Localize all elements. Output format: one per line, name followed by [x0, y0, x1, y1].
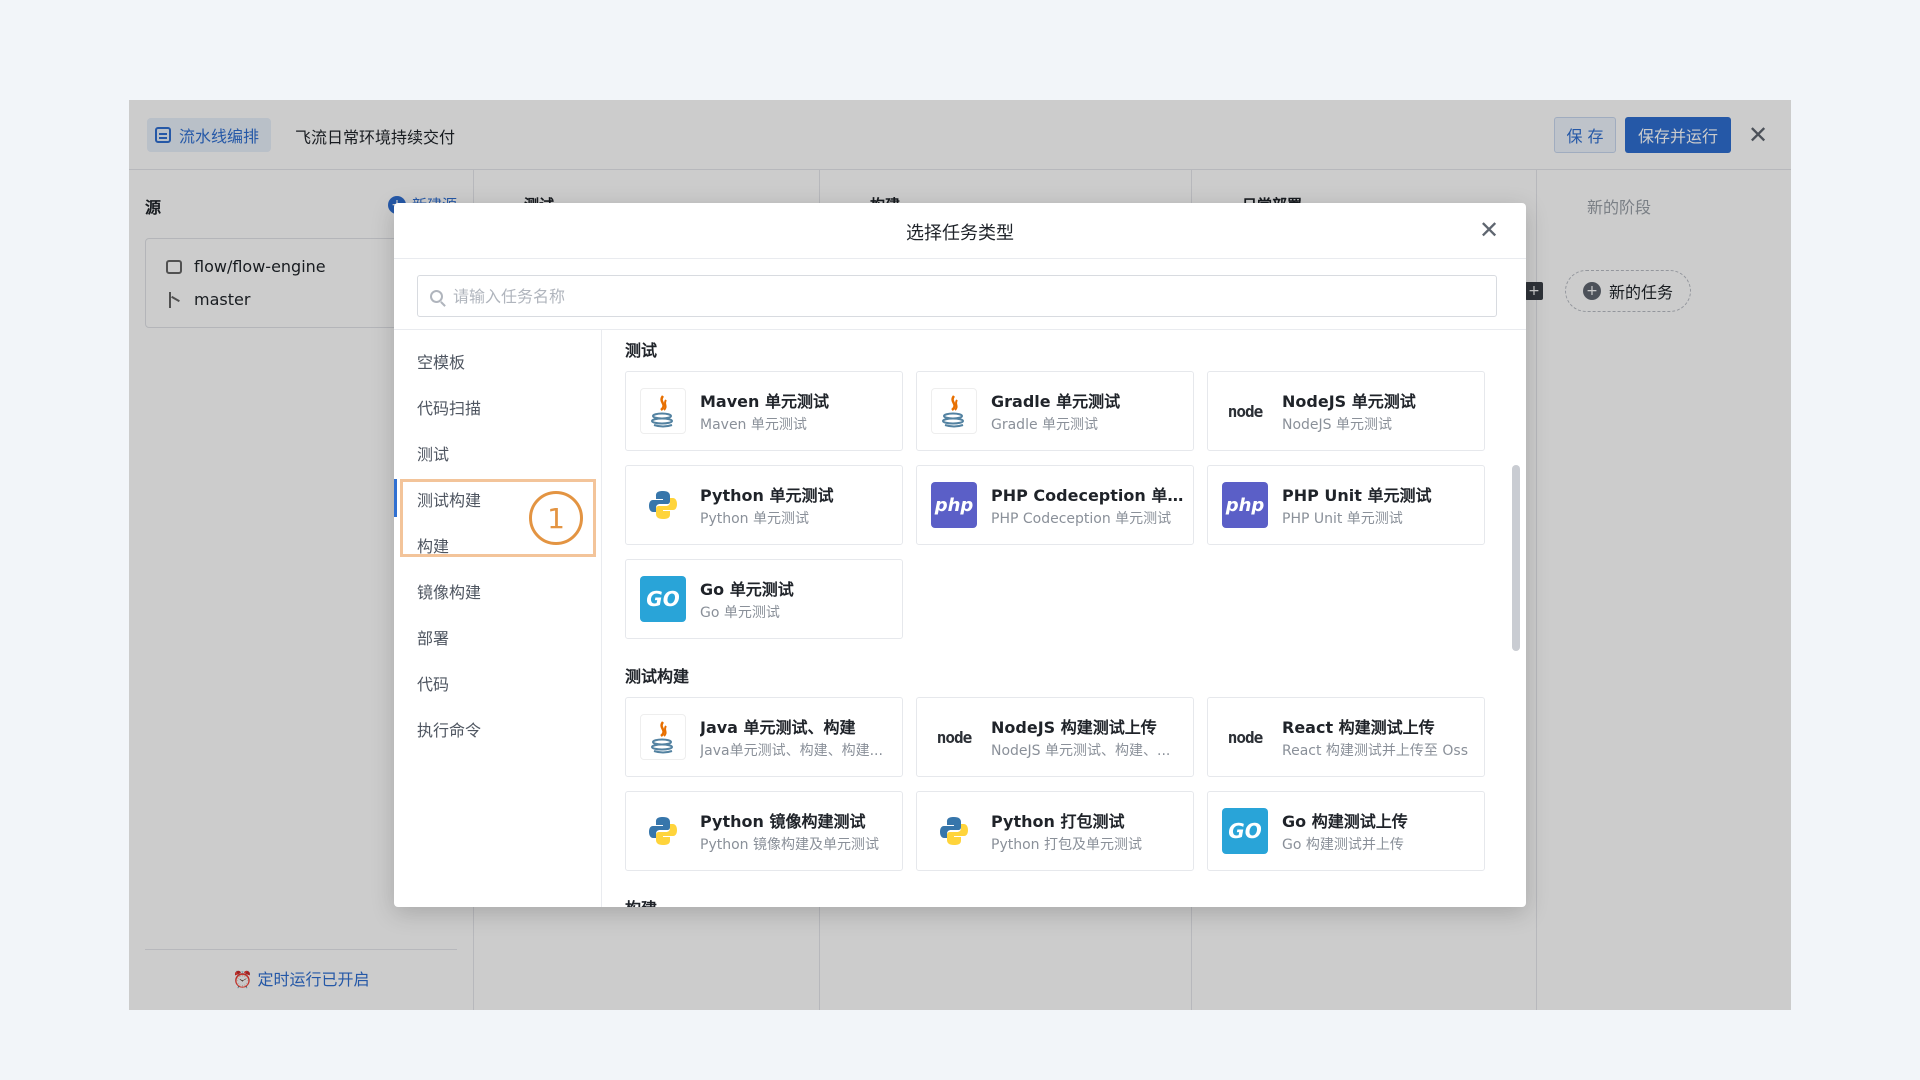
task-name: Go 单元测试 — [700, 580, 794, 599]
task-desc: React 构建测试并上传至 Oss — [1282, 743, 1468, 759]
task-name: Java 单元测试、构建 — [700, 718, 856, 737]
task-desc: Go 构建测试并上传 — [1282, 837, 1404, 853]
task-desc: Python 打包及单元测试 — [991, 837, 1142, 853]
search-input[interactable] — [453, 286, 1353, 306]
task-name: Maven 单元测试 — [700, 392, 829, 411]
category-item-blank[interactable]: 空模板 — [417, 349, 465, 373]
category-sidebar: 空模板 代码扫描 测试 测试构建 构建 镜像构建 部署 代码 执行命令 1 — [394, 329, 602, 907]
task-card[interactable]: Maven 单元测试 Maven 单元测试 — [625, 371, 903, 451]
task-name: Python 镜像构建测试 — [700, 812, 866, 831]
task-name: Python 单元测试 — [700, 486, 834, 505]
python-icon — [640, 808, 686, 854]
task-desc: PHP Unit 单元测试 — [1282, 511, 1403, 527]
task-card[interactable]: Java 单元测试、构建 Java单元测试、构建、构建... — [625, 697, 903, 777]
section-title: 测试构建 — [625, 667, 690, 686]
task-desc: Maven 单元测试 — [700, 417, 807, 433]
task-name: Python 打包测试 — [991, 812, 1125, 831]
task-name: React 构建测试上传 — [1282, 718, 1435, 737]
task-desc: Python 单元测试 — [700, 511, 809, 527]
section-title: 测试 — [625, 341, 658, 360]
section-title: 构建 — [625, 895, 657, 907]
task-card[interactable]: php PHP Unit 单元测试 PHP Unit 单元测试 — [1207, 465, 1485, 545]
category-item-deploy[interactable]: 部署 — [417, 625, 449, 649]
task-desc: Go 单元测试 — [700, 605, 780, 621]
task-card[interactable]: node NodeJS 构建测试上传 NodeJS 单元测试、构建、... — [916, 697, 1194, 777]
task-type-modal: 选择任务类型 ✕ 空模板 代码扫描 测试 测试构建 构建 镜像构建 部署 代码 … — [394, 203, 1526, 907]
modal-title: 选择任务类型 — [906, 223, 1014, 244]
task-card[interactable]: Python 单元测试 Python 单元测试 — [625, 465, 903, 545]
task-desc: NodeJS 单元测试 — [1282, 417, 1393, 433]
task-desc: NodeJS 单元测试、构建、... — [991, 743, 1171, 759]
active-indicator — [394, 479, 397, 517]
category-item-image-build[interactable]: 镜像构建 — [417, 579, 481, 603]
java-icon — [931, 388, 977, 434]
callout-number: 1 — [529, 491, 583, 545]
task-card[interactable]: node NodeJS 单元测试 NodeJS 单元测试 — [1207, 371, 1485, 451]
task-card[interactable]: Gradle 单元测试 Gradle 单元测试 — [916, 371, 1194, 451]
task-desc: Gradle 单元测试 — [991, 417, 1099, 433]
python-icon — [640, 482, 686, 528]
task-name: NodeJS 单元测试 — [1282, 392, 1416, 411]
close-icon[interactable]: ✕ — [1474, 215, 1504, 245]
category-item-exec-command[interactable]: 执行命令 — [417, 717, 481, 741]
java-icon — [640, 714, 686, 760]
task-card[interactable]: php PHP Codeception 单元... PHP Codeceptio… — [916, 465, 1194, 545]
search-box[interactable] — [417, 275, 1497, 317]
task-card[interactable]: Python 镜像构建测试 Python 镜像构建及单元测试 — [625, 791, 903, 871]
php-icon: php — [931, 482, 977, 528]
task-desc: PHP Codeception 单元测试 — [991, 511, 1172, 527]
category-item-test[interactable]: 测试 — [417, 441, 449, 465]
php-icon: php — [1222, 482, 1268, 528]
task-name: PHP Unit 单元测试 — [1282, 486, 1432, 505]
task-card[interactable]: GO Go 构建测试上传 Go 构建测试并上传 — [1207, 791, 1485, 871]
modal-header: 选择任务类型 ✕ — [394, 203, 1526, 259]
task-desc: Python 镜像构建及单元测试 — [700, 837, 879, 853]
category-item-code-scan[interactable]: 代码扫描 — [417, 395, 481, 419]
task-name: Gradle 单元测试 — [991, 392, 1121, 411]
task-name: PHP Codeception 单元... — [991, 486, 1187, 505]
python-icon — [931, 808, 977, 854]
task-list: 测试 Maven 单元测试 Maven 单元测试 Gradle 单元测试 Gra… — [602, 329, 1526, 907]
task-card[interactable]: Python 打包测试 Python 打包及单元测试 — [916, 791, 1194, 871]
task-name: Go 构建测试上传 — [1282, 812, 1408, 831]
node-icon: node — [1222, 714, 1268, 760]
task-name: NodeJS 构建测试上传 — [991, 718, 1157, 737]
task-desc: Java单元测试、构建、构建... — [700, 743, 883, 759]
category-item-code[interactable]: 代码 — [417, 671, 449, 695]
go-icon: GO — [1222, 808, 1268, 854]
scrollbar[interactable] — [1512, 465, 1520, 651]
node-icon: node — [931, 714, 977, 760]
go-icon: GO — [640, 576, 686, 622]
search-icon — [430, 289, 443, 303]
task-card[interactable]: node React 构建测试上传 React 构建测试并上传至 Oss — [1207, 697, 1485, 777]
task-card[interactable]: GO Go 单元测试 Go 单元测试 — [625, 559, 903, 639]
node-icon: node — [1222, 388, 1268, 434]
java-icon — [640, 388, 686, 434]
